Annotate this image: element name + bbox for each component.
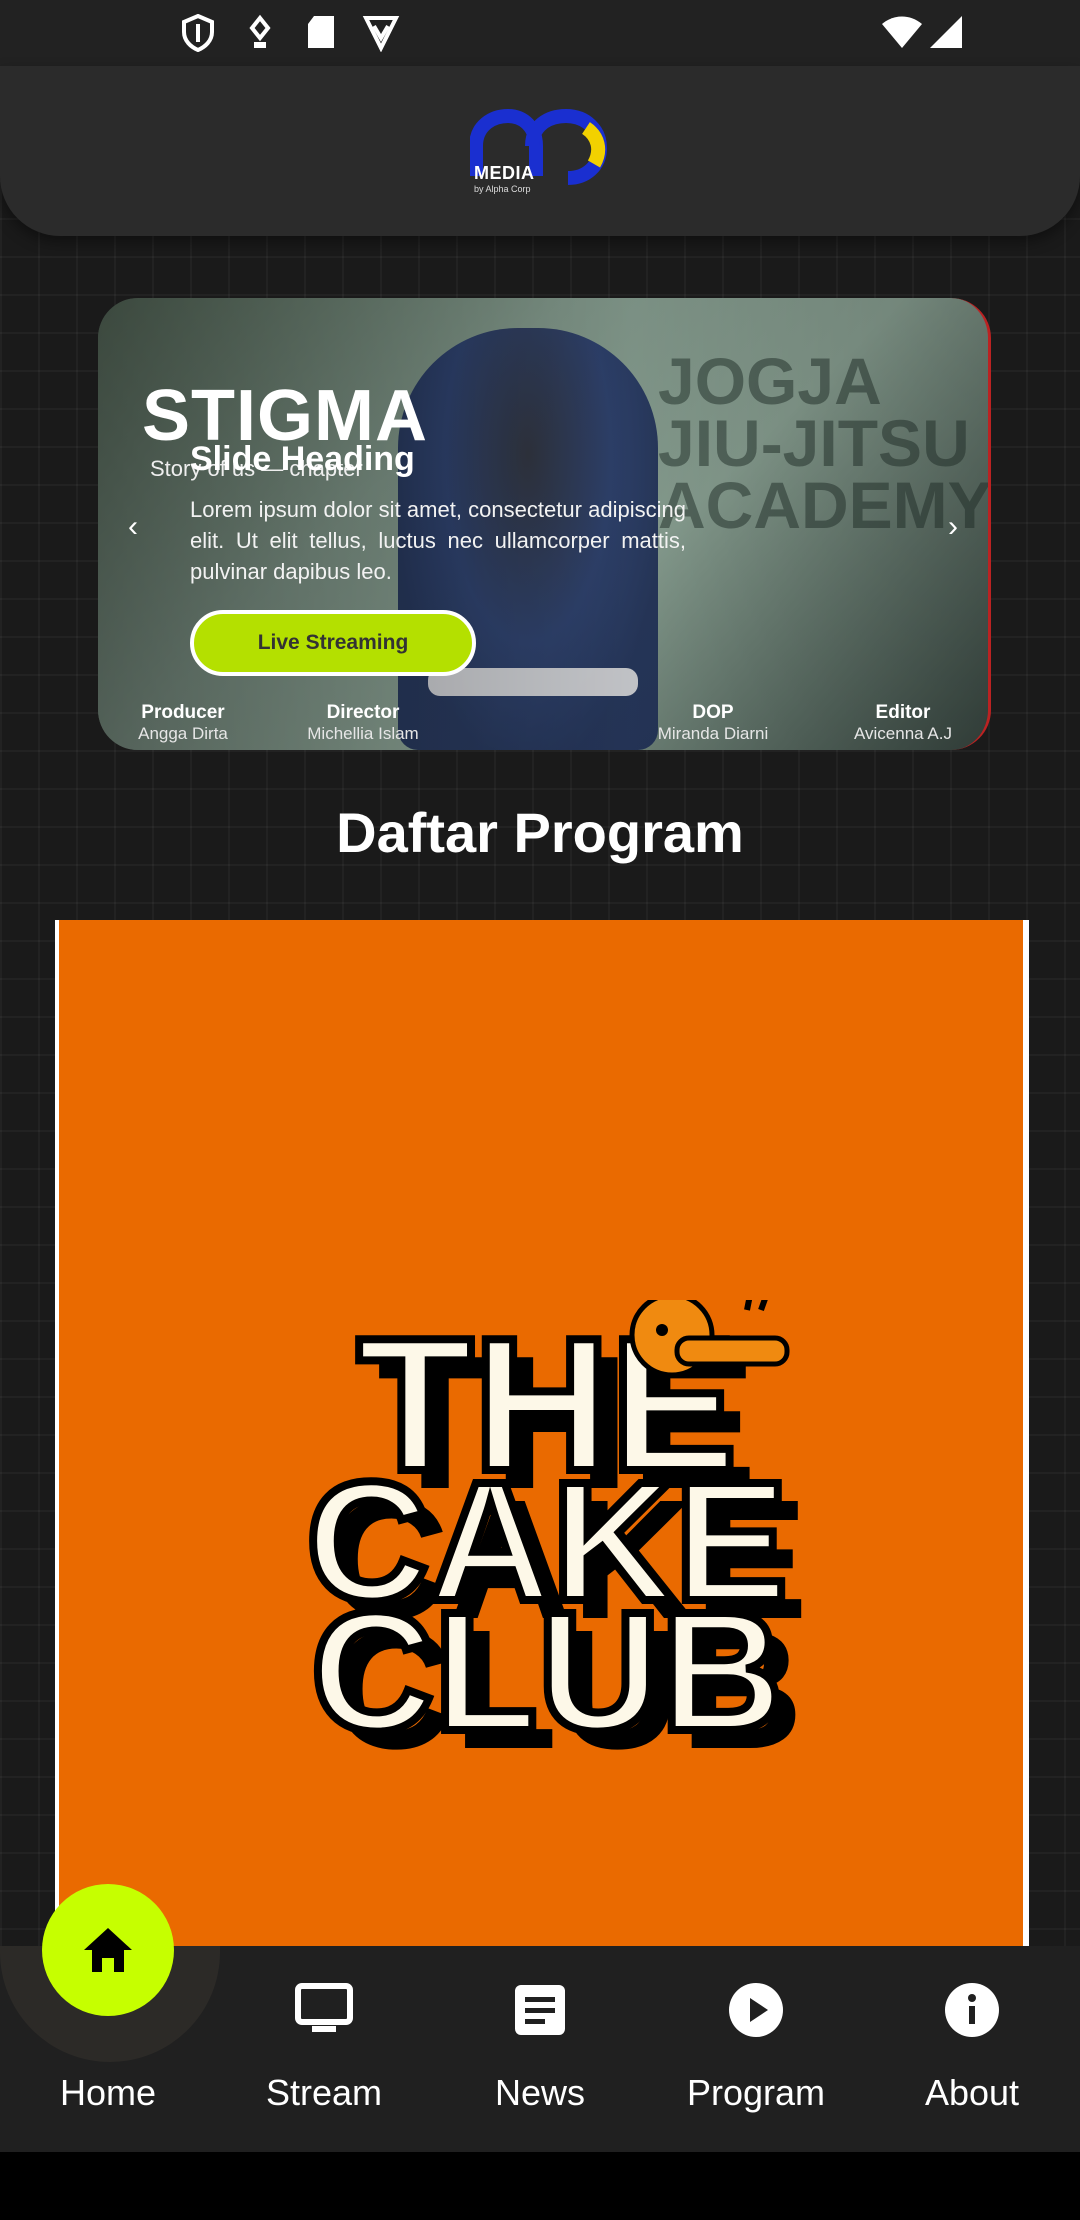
credit-name: Angga Dirta [138, 724, 228, 743]
credit-director: Director Michellia Islam [288, 702, 438, 744]
logo-text: MEDIA [474, 163, 535, 183]
wifi-icon [882, 16, 922, 48]
program-image: THE CAKE CLUB THE CAKE CLUB [59, 920, 1023, 1950]
nav-item-about[interactable]: About [864, 1946, 1080, 2152]
sd-card-icon [308, 16, 334, 48]
nav-label-home: Home [59, 2072, 157, 2113]
credit-role: Director [326, 702, 400, 723]
credit-producer: Producer Angga Dirta [118, 702, 248, 744]
slider-next-icon[interactable]: › [948, 510, 958, 544]
monitor-icon [294, 1980, 354, 2040]
credit-role: Editor [875, 702, 931, 723]
live-streaming-button[interactable]: Live Streaming [190, 610, 476, 676]
play-icon [726, 1980, 786, 2040]
vpn-icon [362, 16, 400, 52]
news-icon [510, 1980, 570, 2040]
slider-prev-icon[interactable]: ‹ [128, 510, 138, 544]
credit-role: DOP [692, 702, 734, 723]
sim-icon [249, 14, 271, 48]
slide-heading: Slide Heading [190, 440, 415, 478]
credit-role: Producer [141, 702, 225, 723]
hero-slider[interactable]: JOGJAJIU-JITSUACADEMY STIGMA Story of us… [98, 298, 991, 750]
info-icon [942, 1980, 1002, 2040]
program-card[interactable]: THE CAKE CLUB THE CAKE CLUB [55, 920, 1029, 1950]
app-header: MEDIA by Alpha Corp [0, 66, 1080, 236]
nav-item-news[interactable]: News [432, 1946, 648, 2152]
nav-label-about: About [924, 2072, 1020, 2113]
credit-name: Avicenna A.J [854, 724, 952, 743]
nav-label-news: News [494, 2072, 586, 2113]
shield-icon [182, 14, 214, 52]
nav-item-stream[interactable]: Stream [216, 1946, 432, 2152]
logo-subtext: by Alpha Corp [474, 184, 531, 194]
credit-dop: DOP Miranda Diarni [638, 702, 788, 744]
section-title: Daftar Program [336, 801, 744, 864]
cake-club-logo: THE CAKE CLUB THE CAKE CLUB [302, 1300, 808, 1785]
status-bar [0, 0, 1080, 66]
nav-label-program: Program [686, 2072, 826, 2113]
slide-text: Lorem ipsum dolor sit amet, consectetur … [190, 497, 686, 584]
credit-editor: Editor Avicenna A.J [828, 702, 978, 744]
signal-icon [930, 16, 962, 48]
nav-label-stream: Stream [265, 2072, 383, 2113]
logo-line-3: CLUB [311, 1577, 783, 1767]
credit-name: Michellia Islam [307, 724, 419, 743]
nav-item-home[interactable]: Home [0, 1946, 216, 2152]
system-navigation-bar [0, 2152, 1080, 2220]
credit-name: Miranda Diarni [657, 724, 769, 743]
nav-item-program[interactable]: Program [648, 1946, 864, 2152]
